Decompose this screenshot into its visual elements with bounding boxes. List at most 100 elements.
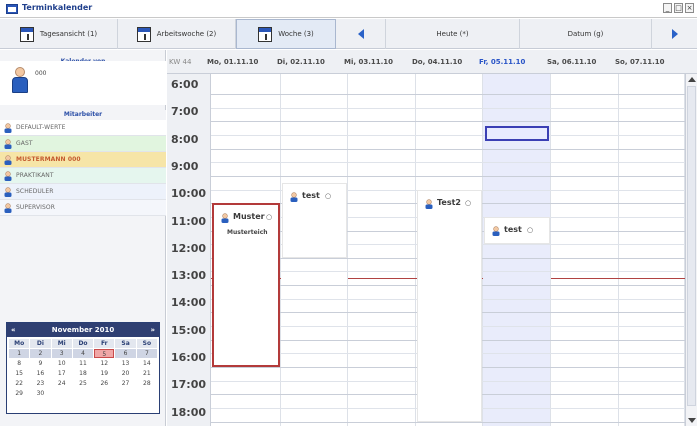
mini-calendar-day[interactable]: 1 [9, 349, 30, 358]
hour-label: 7:00 [171, 105, 199, 119]
staff-name: DEFAULT-WERTE [16, 124, 66, 131]
mini-calendar-day[interactable]: 6 [115, 349, 136, 358]
staff-item[interactable]: GAST [0, 136, 166, 152]
staff-name: SUPERVISOR [16, 204, 56, 211]
maximize-button[interactable]: □ [674, 3, 683, 13]
mini-calendar-day[interactable]: 24 [52, 379, 72, 388]
arrow-left-icon [357, 29, 364, 39]
calendar-icon [258, 26, 273, 42]
mini-calendar-next-button[interactable]: » [150, 326, 155, 334]
day-column[interactable] [348, 74, 416, 426]
person-icon [491, 226, 501, 236]
calendar-event[interactable]: test ○ [282, 182, 347, 258]
mini-calendar-day[interactable]: 25 [73, 379, 93, 388]
event-title: test [302, 190, 320, 200]
close-button[interactable]: × [685, 3, 694, 13]
scroll-thumb[interactable] [687, 86, 696, 406]
hour-label: 9:00 [171, 159, 199, 173]
person-icon [289, 192, 299, 202]
staff-item[interactable]: PRAKTIKANT [0, 168, 166, 184]
day-header[interactable]: Do, 04.11.10 [412, 58, 462, 66]
work-week-view-label: Arbeitswoche (2) [156, 30, 217, 38]
mini-calendar-day[interactable]: 19 [94, 369, 114, 378]
staff-name: SCHEDULER [16, 188, 54, 195]
mini-calendar-day[interactable]: 27 [115, 379, 135, 388]
mini-calendar-day[interactable]: 9 [30, 359, 50, 368]
current-time-line [348, 278, 416, 280]
mini-calendar-day[interactable]: 7 [136, 349, 157, 358]
user-avatar-icon [11, 67, 29, 95]
hour-gridline [211, 121, 685, 123]
mini-calendar-day[interactable]: 28 [137, 379, 157, 388]
mini-calendar-day[interactable]: 22 [9, 379, 29, 388]
today-button[interactable]: Heute (*) [386, 19, 520, 49]
day-header[interactable]: Mi, 03.11.10 [344, 58, 393, 66]
mini-calendar-day[interactable]: 21 [137, 369, 157, 378]
previous-week-button[interactable] [336, 19, 386, 49]
staff-name: MUSTERMANN 000 [16, 156, 81, 163]
day-column[interactable] [551, 74, 619, 426]
mini-calendar-day[interactable]: 13 [115, 359, 135, 368]
mini-calendar-day[interactable]: 26 [94, 379, 114, 388]
day-header[interactable]: Sa, 06.11.10 [547, 58, 596, 66]
staff-item[interactable]: SUPERVISOR [0, 200, 166, 216]
staff-item[interactable]: MUSTERMANN 000 [0, 152, 166, 168]
mini-calendar-day[interactable]: 15 [9, 369, 29, 378]
calendar-event[interactable]: Test2 ○ [417, 189, 482, 422]
staff-item[interactable]: SCHEDULER [0, 184, 166, 200]
mini-calendar-weekday: Mo [9, 339, 30, 348]
mini-calendar-day[interactable]: 3 [51, 349, 72, 358]
mini-calendar-day[interactable]: 2 [30, 349, 51, 358]
calendar-event[interactable]: Muster ○ Musterteich [212, 203, 280, 367]
mini-calendar-day[interactable]: 10 [52, 359, 72, 368]
staff-item[interactable]: DEFAULT-WERTE [0, 120, 166, 136]
mini-calendar-day[interactable]: 12 [94, 359, 114, 368]
arrow-right-icon [671, 29, 678, 39]
day-column[interactable] [619, 74, 685, 426]
work-week-view-button[interactable]: Arbeitswoche (2) [118, 19, 236, 49]
scroll-down-icon[interactable] [688, 418, 696, 423]
mini-calendar-day[interactable]: 11 [73, 359, 93, 368]
minimize-button[interactable]: _ [663, 3, 672, 13]
half-hour-gridline [211, 134, 685, 136]
calendar-event[interactable]: test ○ [484, 216, 550, 245]
selected-time-slot[interactable] [485, 126, 549, 142]
mini-calendar-day[interactable]: 18 [73, 369, 93, 378]
mini-calendar-day[interactable]: 20 [115, 369, 135, 378]
mini-calendar-day[interactable]: 5 [94, 349, 115, 358]
today-label: Heute (*) [436, 30, 469, 38]
mini-calendar: « November 2010 » Mo Di Mi Do Fr Sa So 1 2 3 4 5 6 7 8… [6, 322, 160, 414]
vertical-scrollbar[interactable] [685, 74, 697, 426]
week-view-button[interactable]: Woche (3) [236, 19, 336, 49]
mini-calendar-day[interactable]: 14 [137, 359, 157, 368]
hour-label: 13:00 [171, 269, 207, 283]
staff-list: DEFAULT-WERTE GAST MUSTERMANN 000 PRAKTIKAN… [0, 120, 166, 216]
day-header[interactable]: Fr, 05.11.10 [479, 58, 525, 66]
day-header[interactable]: Di, 02.11.10 [277, 58, 325, 66]
mini-calendar-prev-button[interactable]: « [11, 326, 16, 334]
mini-calendar-day[interactable]: 30 [30, 389, 50, 398]
mini-calendar-day[interactable]: 23 [30, 379, 50, 388]
day-view-label: Tagesansicht (1) [39, 30, 98, 38]
hour-gridline [211, 421, 685, 423]
day-header[interactable]: So, 07.11.10 [615, 58, 665, 66]
calendar-owner[interactable]: 000 [0, 61, 166, 105]
next-week-button[interactable] [652, 19, 697, 49]
recurring-icon: ○ [266, 213, 273, 222]
day-view-button[interactable]: Tagesansicht (1) [0, 19, 118, 49]
mini-calendar-day[interactable]: 17 [52, 369, 72, 378]
mini-calendar-day[interactable]: 16 [30, 369, 50, 378]
mini-calendar-day[interactable]: 4 [72, 349, 94, 358]
person-icon [424, 198, 434, 209]
view-toolbar: Tagesansicht (1) Arbeitswoche (2) Woche … [0, 19, 697, 49]
mini-calendar-day[interactable]: 8 [9, 359, 29, 368]
scroll-up-icon[interactable] [688, 77, 696, 82]
mini-calendar-weekday: Mi [51, 339, 72, 348]
day-header[interactable]: Mo, 01.11.10 [207, 58, 258, 66]
staff-name: PRAKTIKANT [16, 172, 54, 179]
mini-calendar-weekday: Fr [94, 339, 115, 348]
mini-calendar-day[interactable]: 29 [9, 389, 29, 398]
half-hour-gridline [211, 107, 685, 109]
calendar-icon [19, 26, 34, 42]
date-button[interactable]: Datum (g) [520, 19, 652, 49]
